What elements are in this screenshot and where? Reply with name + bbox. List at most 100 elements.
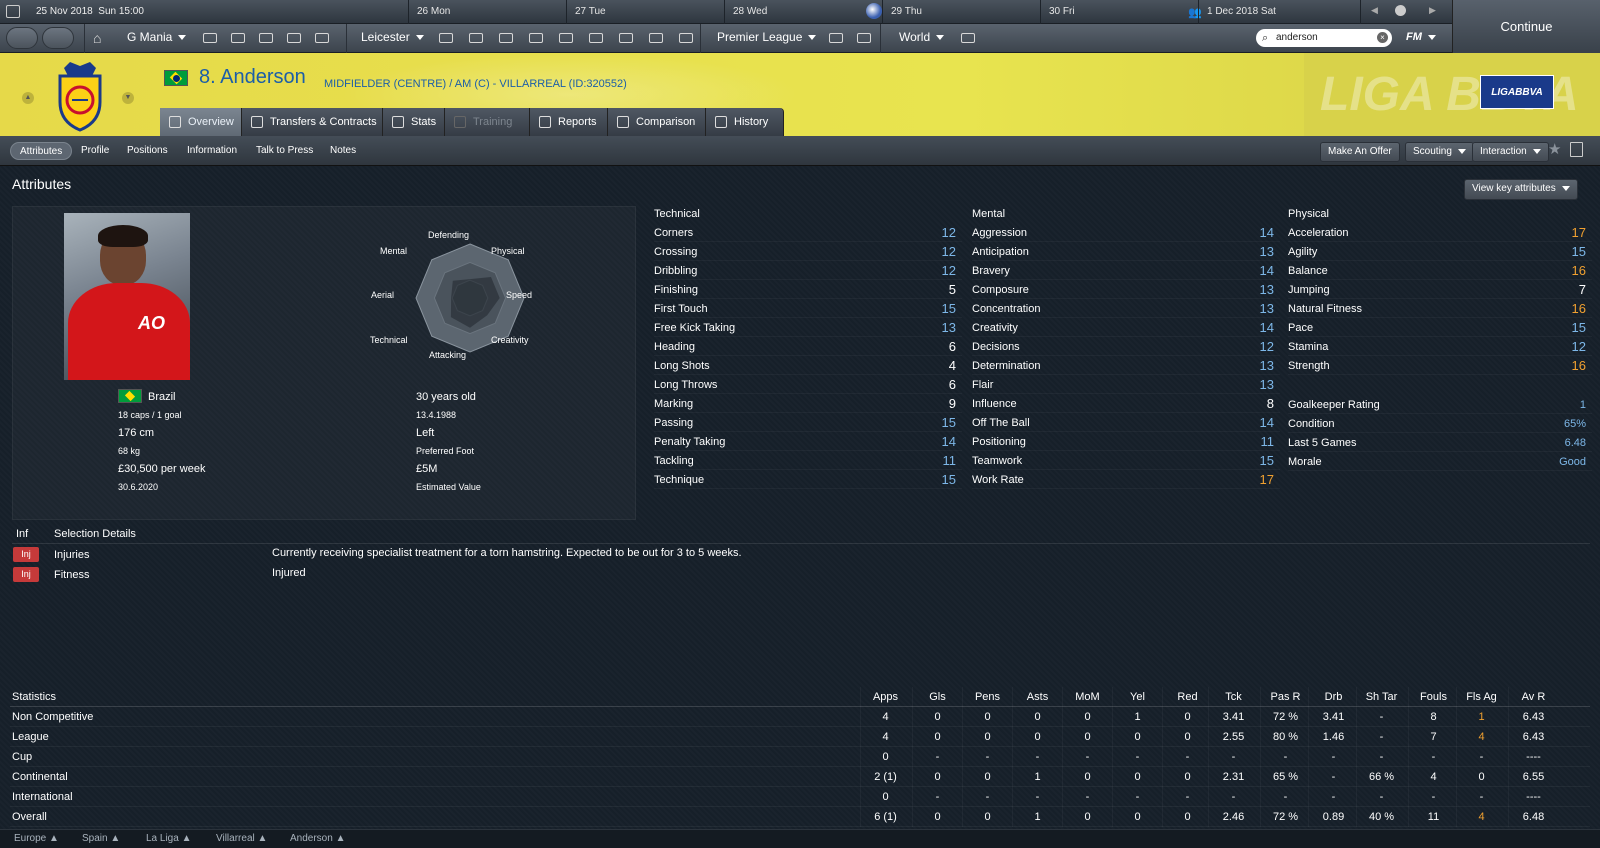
attribute-row[interactable]: Determination 13 [972, 357, 1280, 375]
stats-header-cell[interactable]: Statistics [12, 687, 312, 707]
match-icon[interactable] [866, 3, 882, 19]
menu-icon[interactable] [6, 5, 20, 18]
stats-row[interactable]: Overall 6 (1) 0 0 1 0 0 0 2.46 72 % 0.89 40 % 11 4 6.4… [10, 807, 1590, 827]
kit-icon[interactable] [619, 33, 633, 43]
folder-icon[interactable] [529, 33, 543, 43]
prev-icon[interactable]: ◀ [1371, 5, 1378, 16]
attribute-row[interactable]: Bravery 14 [972, 262, 1280, 280]
attribute-row[interactable]: Pace 15 [1288, 319, 1592, 337]
fixtures-icon[interactable] [857, 33, 871, 43]
breadcrumb-item[interactable]: Villarreal ▲ [216, 833, 267, 844]
scales-icon[interactable] [315, 33, 329, 43]
briefcase-icon[interactable] [287, 33, 301, 43]
subtab-information[interactable]: Information [178, 142, 246, 160]
attribute-row[interactable]: Long Throws 6 [654, 376, 962, 394]
attribute-row[interactable]: Decisions 12 [972, 338, 1280, 356]
squad-icon[interactable] [439, 33, 453, 43]
clipboard-icon[interactable] [259, 33, 273, 43]
stats-header-cell[interactable]: Red [1162, 687, 1212, 707]
breadcrumb-item[interactable]: Anderson ▲ [290, 833, 345, 844]
attribute-row[interactable]: Jumping 7 [1288, 281, 1592, 299]
list-icon[interactable] [829, 33, 843, 43]
attribute-row[interactable]: Long Shots 4 [654, 357, 962, 375]
stats-header-cell[interactable]: Fls Ag [1456, 687, 1506, 707]
calendar-day[interactable]: 27 Tue [566, 0, 724, 24]
chart-icon[interactable] [679, 33, 693, 43]
tab-stats[interactable]: Stats [383, 108, 445, 136]
attribute-row[interactable]: Influence 8 [972, 395, 1280, 413]
scouting-menu[interactable]: Scouting [1405, 142, 1474, 162]
view-key-attributes-button[interactable]: View key attributes [1464, 179, 1578, 200]
stats-header-cell[interactable]: Asts [1012, 687, 1062, 707]
subtab-attributes[interactable]: Attributes [10, 142, 73, 160]
tab-training[interactable]: Training [445, 108, 530, 136]
manager-menu[interactable]: G Mania [127, 30, 187, 44]
stats-row[interactable]: Continental 2 (1) 0 0 1 0 0 0 2.31 65 % -66 % 4 0 6.5… [10, 767, 1590, 787]
league-badge[interactable]: LIGABBVA [1480, 75, 1554, 109]
transfers-icon[interactable] [589, 33, 603, 43]
fm-menu[interactable]: FM [1406, 31, 1436, 43]
attribute-row[interactable]: Composure 13 [972, 281, 1280, 299]
search-input[interactable]: anderson ⌕ × [1256, 29, 1392, 47]
stats-header-cell[interactable]: Fouls [1408, 687, 1458, 707]
next-icon[interactable]: ▶ [1429, 5, 1436, 16]
attribute-row[interactable]: Technique 15 [654, 471, 962, 489]
calendar-day[interactable]: 30 Fri [1040, 0, 1198, 24]
stats-row[interactable]: Non Competitive 4 0 0 0 0 1 0 3.41 72 % 3.41-8 1 6.4… [10, 707, 1590, 727]
tab-reports[interactable]: Reports [530, 108, 608, 136]
subtab-notes[interactable]: Notes [321, 142, 365, 160]
attribute-row[interactable]: Teamwork 15 [972, 452, 1280, 470]
stats-header-cell[interactable]: Pas R [1260, 687, 1310, 707]
attribute-row[interactable]: Penalty Taking 14 [654, 433, 962, 451]
stats-header-cell[interactable]: Drb [1308, 687, 1358, 707]
stats-header-cell[interactable]: Yel [1112, 687, 1162, 707]
interaction-menu[interactable]: Interaction [1472, 142, 1549, 162]
stats-header-cell[interactable]: MoM [1062, 687, 1112, 707]
breadcrumb-item[interactable]: La Liga ▲ [146, 833, 191, 844]
attribute-row[interactable]: Acceleration 17 [1288, 224, 1592, 242]
attribute-row[interactable]: Balance 16 [1288, 262, 1592, 280]
attribute-row[interactable]: Work Rate 17 [972, 471, 1280, 489]
attribute-row[interactable]: Stamina 12 [1288, 338, 1592, 356]
finance-icon[interactable] [649, 33, 663, 43]
stats-row[interactable]: League 4 0 0 0 0 0 0 2.55 80 % 1.46-7 4 6.43 [10, 727, 1590, 747]
subtab-talk-to-press[interactable]: Talk to Press [247, 142, 322, 160]
stats-header-cell[interactable]: Av R [1508, 687, 1558, 707]
attribute-row[interactable]: Concentration 13 [972, 300, 1280, 318]
club-crest[interactable] [50, 58, 110, 132]
attribute-row[interactable]: Natural Fitness 16 [1288, 300, 1592, 318]
world-menu[interactable]: World [899, 30, 945, 44]
attribute-row[interactable]: Marking 9 [654, 395, 962, 413]
attribute-row[interactable]: Agility 15 [1288, 243, 1592, 261]
stats-row[interactable]: Cup 0- - - - - - - - - - - - ---- [10, 747, 1590, 767]
calendar-day[interactable]: 26 Mon [408, 0, 566, 24]
attribute-row[interactable]: Creativity 14 [972, 319, 1280, 337]
club-menu[interactable]: Leicester [361, 30, 424, 44]
attribute-row[interactable]: Anticipation 13 [972, 243, 1280, 261]
training-icon[interactable] [499, 33, 513, 43]
breadcrumb-item[interactable]: Spain ▲ [82, 833, 120, 844]
attribute-row[interactable]: Free Kick Taking 13 [654, 319, 962, 337]
stats-header-cell[interactable]: Tck [1208, 687, 1258, 707]
attribute-row[interactable]: First Touch 15 [654, 300, 962, 318]
next-player-icon[interactable]: ▼ [122, 92, 134, 104]
competition-menu[interactable]: Premier League [717, 30, 817, 44]
clear-icon[interactable]: × [1377, 32, 1388, 43]
notes-icon[interactable] [1570, 142, 1583, 157]
subtab-positions[interactable]: Positions [118, 142, 177, 160]
attribute-row[interactable]: Off The Ball 14 [972, 414, 1280, 432]
attribute-row[interactable]: Tackling 11 [654, 452, 962, 470]
calendar-day[interactable]: 28 Wed [724, 0, 882, 24]
tab-comparison[interactable]: Comparison [608, 108, 706, 136]
tab-transfers-contracts[interactable]: Transfers & Contracts [242, 108, 383, 136]
prev-player-icon[interactable]: ▲ [22, 92, 34, 104]
calendar-day[interactable]: 29 Thu [882, 0, 1040, 24]
back-button[interactable] [6, 27, 38, 49]
star-icon[interactable]: ★ [1548, 140, 1561, 158]
attribute-row[interactable]: Aggression 14 [972, 224, 1280, 242]
staff-icon[interactable] [231, 33, 245, 43]
attribute-row[interactable]: Finishing 5 [654, 281, 962, 299]
stats-row[interactable]: International 0- - - - - - - - - - - - ---- [10, 787, 1590, 807]
nationality[interactable]: Brazil [148, 391, 176, 403]
make-offer-button[interactable]: Make An Offer [1320, 142, 1400, 162]
